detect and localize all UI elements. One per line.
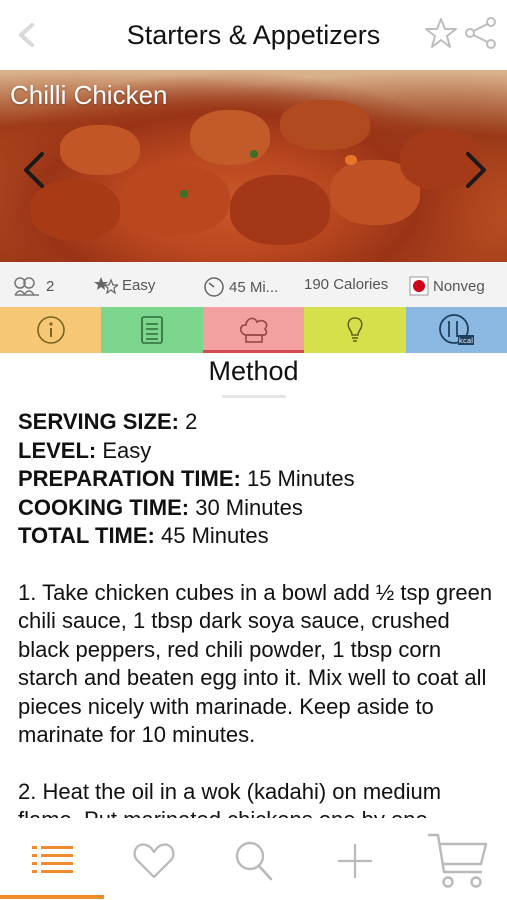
heart-icon[interactable] <box>133 842 175 880</box>
level-row: LEVEL: Easy <box>18 437 496 466</box>
time-value: 45 Mi... <box>229 278 279 296</box>
method-content[interactable]: SERVING SIZE: 2 LEVEL: Easy PREPARATION … <box>18 408 496 818</box>
tab-tips[interactable] <box>304 307 406 353</box>
cart-icon[interactable] <box>426 832 488 890</box>
level-stars-icon <box>94 277 118 294</box>
method-step: 1. Take chicken cubes in a bowl add ½ ts… <box>18 579 493 748</box>
servings-info: 2 <box>12 276 54 296</box>
calories-info: 190 Calories <box>304 276 388 293</box>
active-nav-indicator <box>0 895 104 899</box>
tab-info[interactable] <box>0 307 102 353</box>
serving-size-label: SERVING SIZE: <box>18 409 179 434</box>
previous-arrow-icon[interactable] <box>20 150 48 190</box>
search-icon[interactable] <box>234 840 274 882</box>
time-info: 45 Mi... <box>203 276 278 298</box>
total-time-row: TOTAL TIME: 45 Minutes <box>18 522 496 551</box>
next-arrow-icon[interactable] <box>462 150 490 190</box>
serving-size-value: 2 <box>178 409 198 434</box>
level-info: Easy <box>94 276 155 294</box>
header: Starters & Appetizers <box>0 0 507 70</box>
kcal-icon: kcal <box>439 314 475 345</box>
timer-icon <box>204 277 224 297</box>
level-label: LEVEL: <box>18 437 97 463</box>
recipe-tabs: kcal <box>0 307 507 353</box>
cook-time-label: COOKING TIME: <box>18 494 190 520</box>
calories-value: 190 Calories <box>304 276 389 293</box>
chef-hat-icon <box>239 317 267 343</box>
prep-time-label: PREPARATION TIME: <box>18 466 241 491</box>
total-time-value: 45 Minutes <box>154 523 269 548</box>
total-time-label: TOTAL TIME: <box>18 523 155 548</box>
serving-size-row: SERVING SIZE: 2 <box>18 408 496 437</box>
servings-icon <box>14 277 39 296</box>
share-icon[interactable] <box>462 16 498 50</box>
cook-time-value: 30 Minutes <box>189 494 303 520</box>
level-row-value: Easy <box>96 437 152 463</box>
prep-time-value: 15 Minutes <box>240 466 355 491</box>
list-icon[interactable] <box>32 844 74 878</box>
list-doc-icon <box>141 316 163 344</box>
tab-nutrition[interactable]: kcal <box>405 307 507 353</box>
level-value: Easy <box>122 276 156 294</box>
svg-text:kcal: kcal <box>459 337 473 345</box>
cook-time-row: COOKING TIME: 30 Minutes <box>18 494 496 523</box>
prep-time-row: PREPARATION TIME: 15 Minutes <box>18 465 496 494</box>
dish-photo[interactable]: Chilli Chicken <box>0 70 507 262</box>
plus-icon[interactable] <box>336 842 374 880</box>
section-divider <box>222 395 286 398</box>
tab-ingredients[interactable] <box>101 307 203 353</box>
section-title: Method <box>208 356 299 386</box>
recipe-info-bar: 2 Easy 45 Mi... 190 Calories Nonveg <box>0 262 507 307</box>
lightbulb-icon <box>347 317 363 342</box>
star-icon[interactable] <box>424 16 458 50</box>
method-step: 2. Heat the oil in a wok (kadahi) on med… <box>18 778 442 819</box>
nonveg-indicator-icon <box>409 276 429 296</box>
info-icon <box>36 316 65 344</box>
servings-value: 2 <box>46 277 55 295</box>
bottom-nav <box>0 820 507 900</box>
diet-info: Nonveg <box>409 276 485 296</box>
tab-method[interactable] <box>202 307 305 353</box>
dish-name: Chilli Chicken <box>10 80 168 110</box>
diet-value: Nonveg <box>433 277 485 295</box>
